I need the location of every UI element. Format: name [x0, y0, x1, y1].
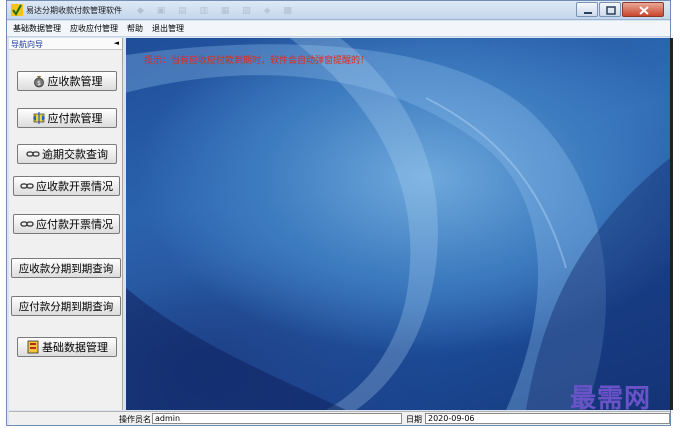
menu-bar: 基础数据管理 应收应付管理 帮助 退出管理 [7, 21, 670, 37]
receivable-management-button[interactable]: $ 应收款管理 [17, 71, 117, 91]
close-button[interactable] [622, 2, 664, 17]
payable-management-button[interactable]: 应付款管理 [17, 108, 117, 128]
menu-receivable-payable[interactable]: 应收应付管理 [70, 23, 118, 34]
nav-header: 导航向导 ◄ [9, 38, 122, 50]
nav-header-title: 导航向导 [11, 40, 43, 49]
main-workspace: 提示：当有应收应付款到期时，软件会自动弹窗提醒的！ [126, 38, 670, 410]
svg-text:$: $ [37, 80, 41, 87]
receivable-invoice-status-button[interactable]: 应收款开票情况 [13, 176, 120, 196]
vertical-scrollbar[interactable] [670, 38, 673, 410]
nav-button-label: 基础数据管理 [42, 341, 108, 354]
nav-button-label: 应收款管理 [47, 75, 103, 88]
nav-button-label: 应付款开票情况 [36, 218, 113, 231]
operator-label: 操作员名 [119, 415, 151, 424]
background-wallpaper [126, 38, 670, 410]
maximize-button[interactable] [599, 2, 621, 17]
nav-button-label: 应付款管理 [47, 112, 103, 125]
link-icon [26, 151, 40, 157]
link-icon [20, 221, 34, 227]
date-label: 日期 [406, 415, 422, 424]
data-icon [27, 340, 39, 354]
watermark-logo: 最需网 [570, 384, 652, 414]
nav-button-label: 应收款开票情况 [36, 180, 113, 193]
receivable-installment-due-query-button[interactable]: 应收款分期到期查询 [11, 258, 121, 278]
nav-panel: 导航向导 ◄ $ 应收款管理 应付款管理 逾期交款查询 应收款开票情况 应付款开… [9, 38, 123, 410]
nav-button-label: 应付款分期到期查询 [18, 300, 114, 313]
close-icon [639, 6, 649, 15]
basic-data-management-button[interactable]: 基础数据管理 [17, 337, 117, 357]
app-logo-icon [11, 4, 23, 16]
nav-button-label: 应收款分期到期查询 [18, 262, 114, 275]
menu-help[interactable]: 帮助 [127, 23, 143, 34]
title-bar[interactable]: 易达分期收款付款管理软件 ◆ ▣ ▤ ▥ ▦ ▧ ◈ ▩ [7, 1, 670, 20]
menu-basic-data[interactable]: 基础数据管理 [13, 23, 61, 34]
payable-installment-due-query-button[interactable]: 应付款分期到期查询 [11, 296, 121, 316]
menu-exit[interactable]: 退出管理 [152, 23, 184, 34]
minimize-icon [584, 12, 592, 14]
due-reminder-text: 提示：当有应收应付款到期时，软件会自动弹窗提醒的！ [144, 56, 370, 66]
collapse-arrow-icon[interactable]: ◄ [114, 39, 119, 47]
app-window: 易达分期收款付款管理软件 ◆ ▣ ▤ ▥ ▦ ▧ ◈ ▩ 基础数据管理 应收应付… [6, 0, 673, 426]
faded-toolbar-icons: ◆ ▣ ▤ ▥ ▦ ▧ ◈ ▩ [137, 6, 297, 16]
window-title: 易达分期收款付款管理软件 [26, 6, 122, 15]
nav-button-label: 逾期交款查询 [42, 148, 108, 161]
minimize-button[interactable] [576, 2, 598, 17]
link-icon [20, 183, 34, 189]
overdue-payment-query-button[interactable]: 逾期交款查询 [17, 144, 117, 164]
maximize-icon [606, 6, 616, 15]
operator-field: admin [152, 413, 402, 424]
money-bag-icon: $ [33, 76, 44, 88]
payable-invoice-status-button[interactable]: 应付款开票情况 [13, 214, 120, 234]
payment-icon [32, 112, 45, 124]
